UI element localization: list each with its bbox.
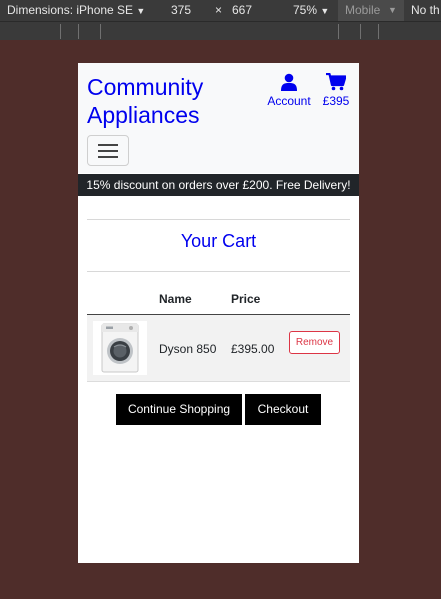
account-label: Account [267,94,311,108]
chevron-down-icon: ▼ [320,6,330,16]
zoom-select[interactable]: 75% ▼ [293,3,329,17]
brand-link[interactable]: Community Appliances [87,73,237,129]
hamburger-icon [98,150,118,152]
navbar-toggler[interactable] [87,135,129,166]
devtools-device-toolbar: Dimensions: iPhone SE ▼ 375 × 667 75% ▼ … [0,0,441,21]
chevron-down-icon: ▼ [136,6,146,16]
media-query-ruler [0,21,441,40]
column-header-name: Name [159,292,192,306]
hamburger-icon [98,156,118,158]
divider [87,219,350,220]
shopping-cart-icon [326,73,346,91]
cart-total: £395 [322,94,350,108]
throttle-select[interactable]: No th [411,3,440,17]
account-link[interactable]: Account [264,73,314,108]
divider [87,271,350,272]
washing-machine-icon [101,323,139,373]
device-viewport: Community Appliances Account £395 15% di… [78,63,359,563]
continue-shopping-button[interactable]: Continue Shopping [116,394,242,425]
hamburger-icon [98,144,118,146]
page-title: Your Cart [180,231,257,251]
promo-banner: 15% discount on orders over £200. Free D… [78,174,359,196]
dimensions-select[interactable]: Dimensions: iPhone SE ▼ [7,3,145,17]
dimensions-label: Dimensions: iPhone SE [7,3,134,17]
product-name: Dyson 850 [159,342,217,356]
device-type-label: Mobile [345,3,381,17]
times-sign: × [215,3,223,17]
cart-link[interactable]: £395 [318,73,354,108]
chevron-down-icon: ▼ [388,5,397,15]
product-price: £395.00 [231,342,275,356]
zoom-label: 75% [293,3,318,17]
column-header-price: Price [231,292,261,306]
site-header: Community Appliances Account £395 [78,63,359,173]
width-input[interactable]: 375 [171,3,191,17]
table-row: Dyson 850 £395.00 Remove [87,315,350,382]
product-thumbnail [93,321,147,375]
person-icon [281,73,297,91]
remove-button[interactable]: Remove [289,331,340,354]
checkout-button[interactable]: Checkout [245,394,321,425]
height-input[interactable]: 667 [232,3,252,17]
